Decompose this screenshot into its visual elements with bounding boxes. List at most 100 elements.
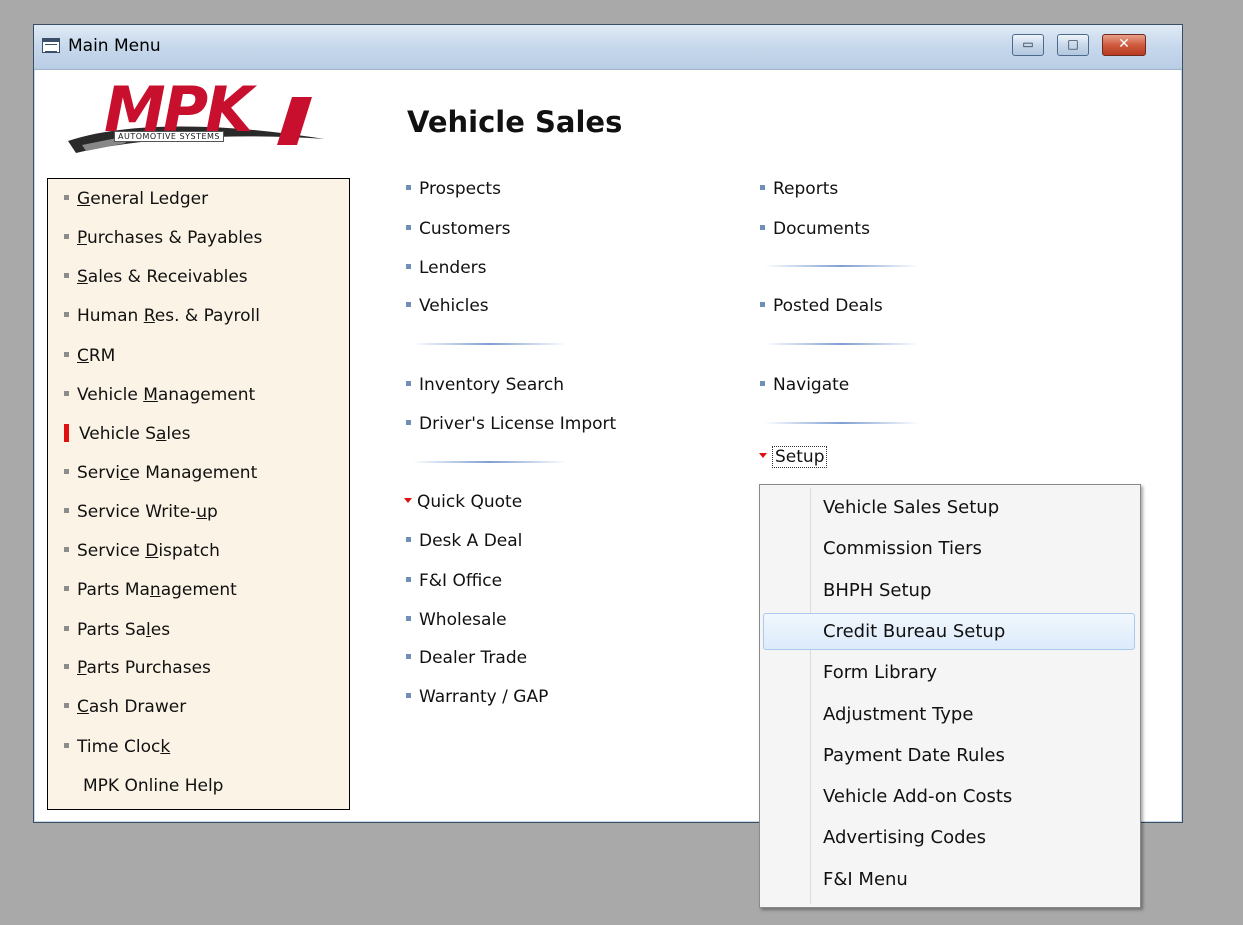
bullet-icon (64, 233, 69, 239)
link-label: Wholesale (419, 610, 507, 630)
bullet-icon (64, 390, 69, 396)
bullet-icon (406, 692, 411, 698)
active-indicator-icon (64, 424, 69, 442)
sidebar-item-vehicle-management[interactable]: Vehicle Management (64, 384, 255, 406)
sidebar-item-crm[interactable]: CRM (64, 345, 115, 367)
menu-item-form-library[interactable]: Form Library (763, 654, 1135, 691)
link-dealer-trade[interactable]: Dealer Trade (406, 647, 527, 669)
link-label: F&I Office (419, 571, 503, 591)
bullet-icon (760, 301, 765, 307)
link-label: Posted Deals (773, 296, 883, 316)
bullet-icon (406, 615, 411, 621)
bullet-icon (406, 380, 411, 386)
sidebar-item-sales-receivables[interactable]: Sales & Receivables (64, 266, 248, 288)
link-label: Inventory Search (419, 375, 565, 395)
link-label: Navigate (773, 375, 850, 395)
sidebar-item-parts-management[interactable]: Parts Management (64, 579, 237, 601)
link-documents[interactable]: Documents (760, 218, 870, 240)
menu-item-vehicle-add-on-costs[interactable]: Vehicle Add-on Costs (763, 778, 1135, 815)
sidebar-item-service-write-up[interactable]: Service Write-up (64, 501, 218, 523)
link-label: Documents (773, 219, 870, 239)
sidebar-item-label: Time Clock (77, 737, 171, 757)
close-button[interactable]: ✕ (1102, 34, 1146, 56)
bullet-icon (406, 576, 411, 582)
bullet-icon (760, 380, 765, 386)
bullet-icon (64, 507, 69, 513)
link-vehicles[interactable]: Vehicles (406, 295, 489, 317)
setup-label: Setup (772, 446, 828, 468)
link-desk-a-deal[interactable]: Desk A Deal (406, 530, 522, 552)
sidebar-item-parts-purchases[interactable]: Parts Purchases (64, 657, 211, 679)
minimize-button[interactable]: ▭ (1012, 34, 1044, 56)
link-reports[interactable]: Reports (760, 178, 838, 200)
sidebar-item-label: Cash Drawer (77, 697, 187, 717)
sidebar-item-general-ledger[interactable]: General Ledger (64, 188, 208, 210)
menu-item-f-i-menu[interactable]: F&I Menu (763, 861, 1135, 898)
menu-item-bhph-setup[interactable]: BHPH Setup (763, 572, 1135, 609)
link-quick-quote[interactable]: Quick Quote (404, 491, 522, 513)
menu-item-advertising-codes[interactable]: Advertising Codes (763, 819, 1135, 856)
link-wholesale[interactable]: Wholesale (406, 609, 507, 631)
module-nav-panel: General Ledger Purchases & Payables Sales … (47, 178, 350, 810)
link-label: Lenders (419, 258, 487, 278)
bullet-icon (64, 351, 69, 357)
separator (764, 422, 919, 424)
bullet-icon (406, 419, 411, 425)
link-navigate[interactable]: Navigate (760, 374, 849, 396)
sidebar-item-time-clock[interactable]: Time Clock (64, 736, 170, 758)
sidebar-item-service-dispatch[interactable]: Service Dispatch (64, 540, 220, 562)
sidebar-item-vehicle-sales[interactable]: Vehicle Sales (64, 423, 190, 445)
window-menu-icon[interactable] (42, 38, 60, 53)
sidebar-item-online-help[interactable]: MPK Online Help (83, 775, 223, 797)
sidebar-item-label: Vehicle Management (77, 385, 256, 405)
page-title: Vehicle Sales (407, 105, 623, 139)
bullet-icon (64, 742, 69, 748)
bullet-icon (64, 663, 69, 669)
separator (764, 265, 919, 267)
link-label: Customers (419, 219, 511, 239)
link-warranty-gap[interactable]: Warranty / GAP (406, 686, 548, 708)
dropdown-arrow-icon (404, 497, 412, 503)
sidebar-item-label: Service Dispatch (77, 541, 220, 561)
menu-item-commission-tiers[interactable]: Commission Tiers (763, 530, 1135, 567)
bullet-icon (406, 301, 411, 307)
sidebar-item-service-management[interactable]: Service Management (64, 462, 257, 484)
link-customers[interactable]: Customers (406, 218, 510, 240)
bullet-icon (64, 468, 69, 474)
link-inventory-search[interactable]: Inventory Search (406, 374, 564, 396)
sidebar-item-parts-sales[interactable]: Parts Sales (64, 619, 170, 641)
bullet-icon (406, 536, 411, 542)
sidebar-item-human-res-payroll[interactable]: Human Res. & Payroll (64, 305, 260, 327)
menu-item-credit-bureau-setup[interactable]: Credit Bureau Setup (763, 612, 1135, 650)
link-label: Warranty / GAP (419, 687, 549, 707)
bullet-icon (64, 702, 69, 708)
bullet-icon (406, 184, 411, 190)
bullet-icon (406, 653, 411, 659)
sidebar-item-cash-drawer[interactable]: Cash Drawer (64, 696, 186, 718)
link-fi-office[interactable]: F&I Office (406, 570, 502, 592)
link-drivers-license-import[interactable]: Driver's License Import (406, 413, 616, 435)
link-lenders[interactable]: Lenders (406, 257, 487, 279)
bullet-icon (64, 585, 69, 591)
sidebar-item-label: Parts Management (77, 580, 237, 600)
maximize-button[interactable]: □ (1057, 34, 1089, 56)
sidebar-item-purchases-payables[interactable]: Purchases & Payables (64, 227, 262, 249)
link-prospects[interactable]: Prospects (406, 178, 501, 200)
link-label: Vehicles (419, 296, 489, 316)
separator (412, 461, 567, 463)
link-setup[interactable]: Setup (759, 446, 828, 468)
menu-item-payment-date-rules[interactable]: Payment Date Rules (763, 737, 1135, 774)
link-label: Driver's License Import (419, 414, 617, 434)
menu-item-adjustment-type[interactable]: Adjustment Type (763, 696, 1135, 733)
link-label: Desk A Deal (419, 531, 523, 551)
bullet-icon (760, 224, 765, 230)
link-label: Dealer Trade (419, 648, 528, 668)
title-bar[interactable]: Main Menu ▭ □ ✕ (34, 25, 1182, 70)
sidebar-item-label: Sales & Receivables (77, 267, 248, 287)
menu-item-vehicle-sales-setup[interactable]: Vehicle Sales Setup (763, 489, 1135, 526)
sidebar-item-label: General Ledger (77, 189, 209, 209)
link-label: Reports (773, 179, 839, 199)
link-posted-deals[interactable]: Posted Deals (760, 295, 883, 317)
link-label: Quick Quote (417, 492, 523, 512)
dropdown-arrow-icon (759, 452, 767, 458)
